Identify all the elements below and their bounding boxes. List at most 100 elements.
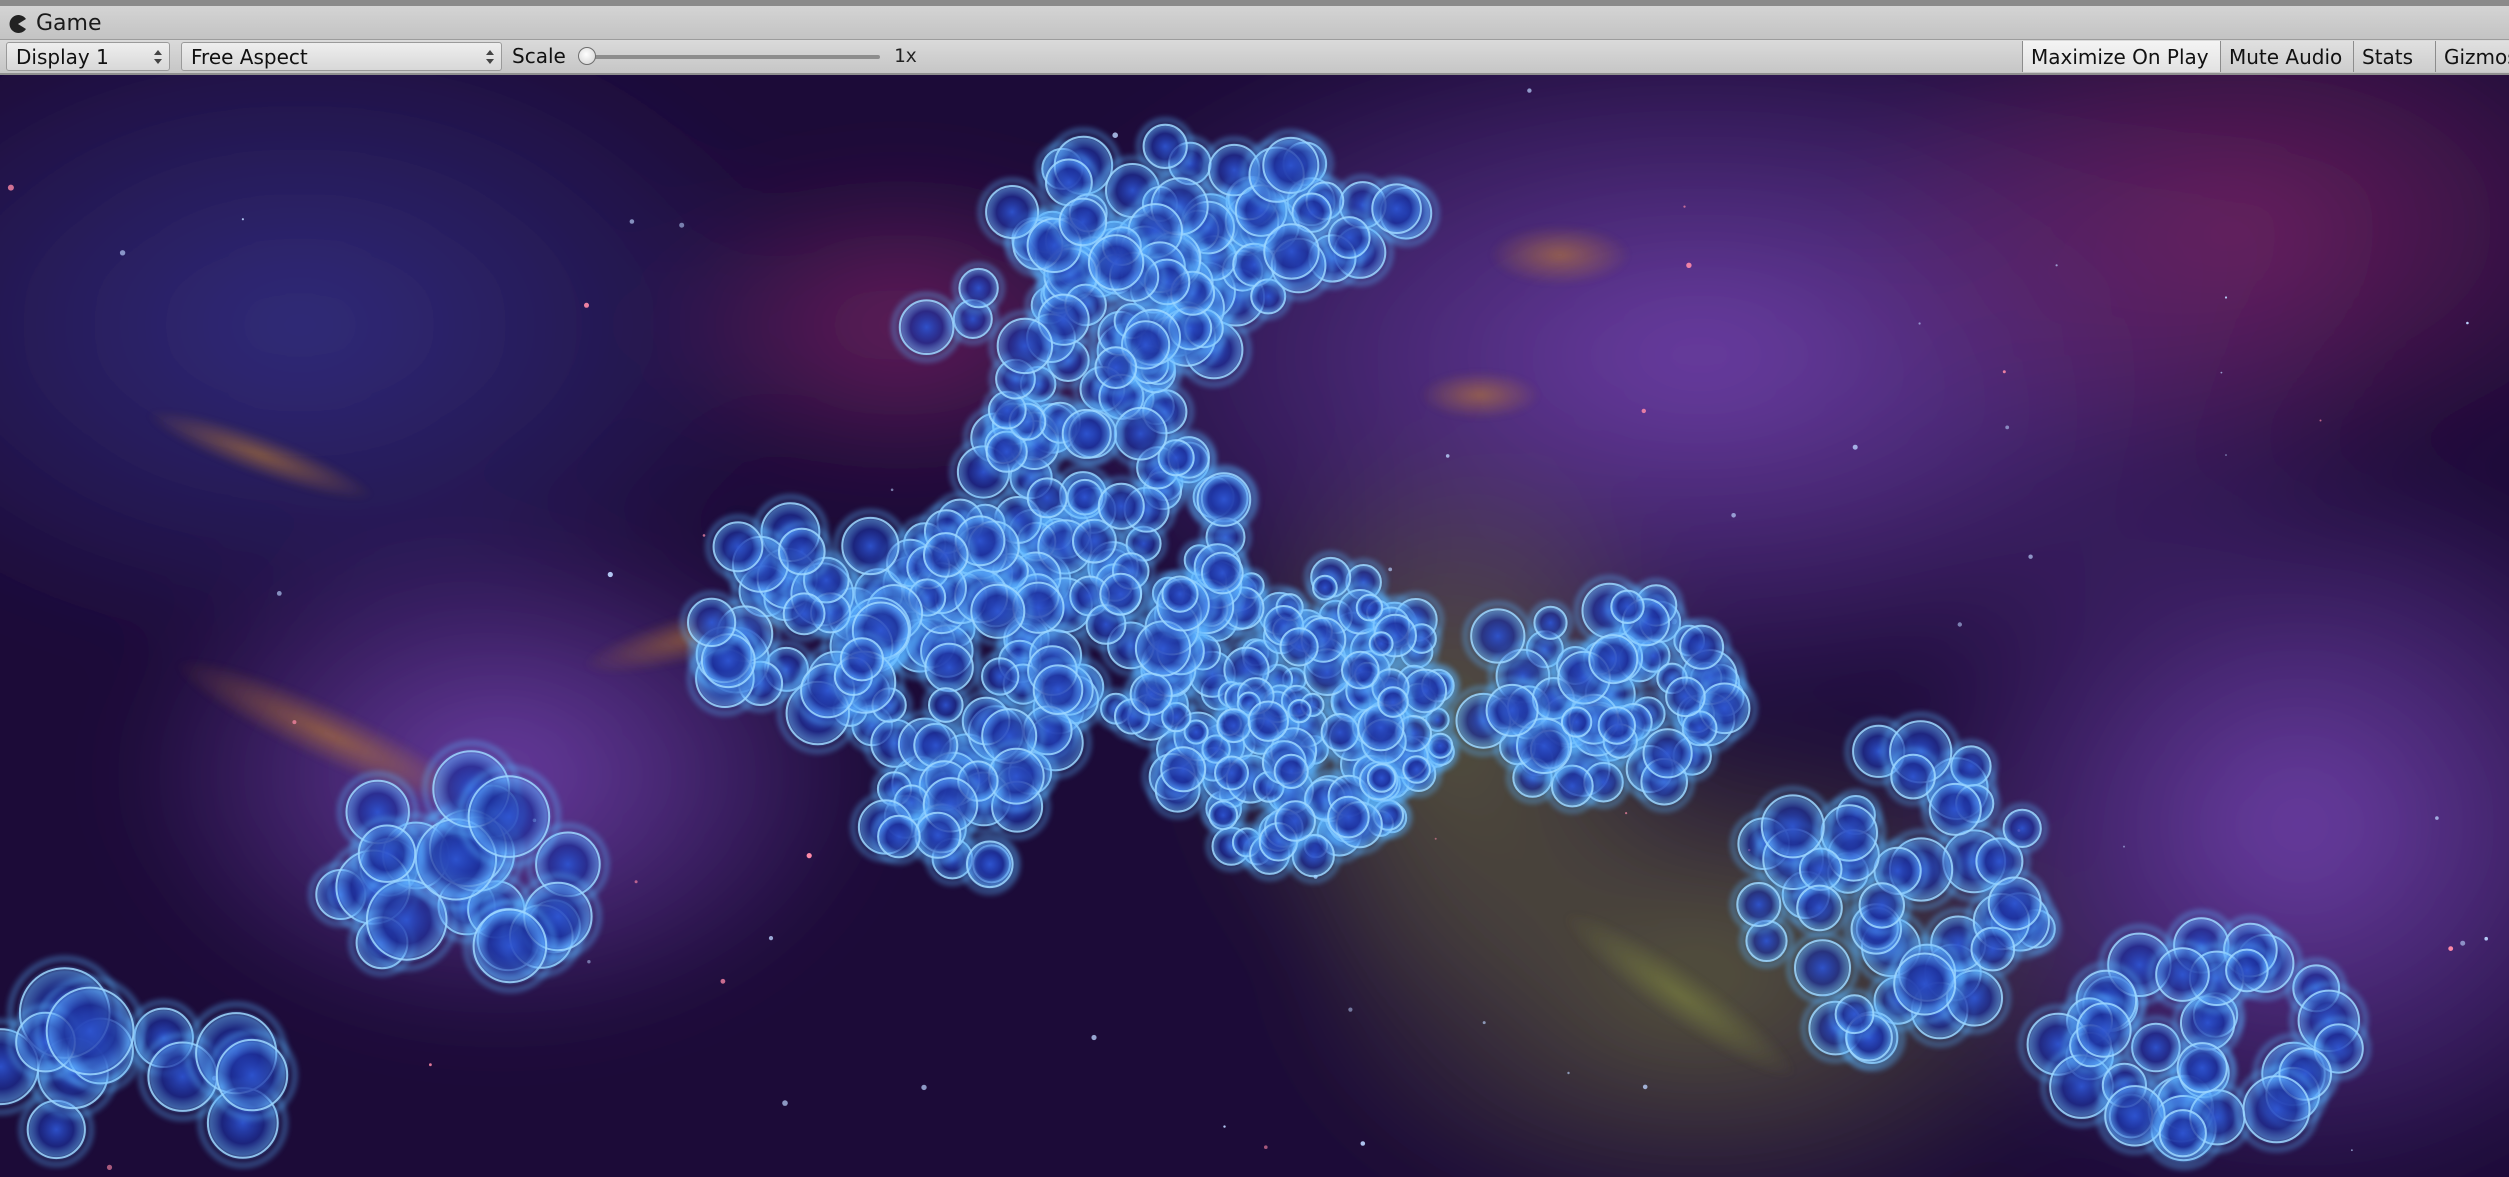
star <box>2319 419 2322 422</box>
bubble-particle <box>1189 465 1259 534</box>
bubble-particle <box>206 1029 298 1121</box>
star <box>2002 370 2006 374</box>
star <box>2224 296 2228 299</box>
bubble-particle <box>2152 1102 2214 1164</box>
tab-label: Game <box>36 11 102 36</box>
game-viewport[interactable] <box>0 75 2509 1177</box>
bubble-particle <box>1752 786 1834 867</box>
star <box>1360 1141 1366 1146</box>
star <box>2351 1149 2353 1152</box>
bubble-particle <box>1241 694 1295 748</box>
star <box>106 1164 113 1170</box>
gizmos-button[interactable]: Gizmos <box>2435 41 2509 72</box>
game-toolbar: Display 1 Free Aspect Scale 1x Maximize … <box>0 40 2509 75</box>
mute-audio-button[interactable]: Mute Audio <box>2220 41 2353 72</box>
bubble-particle <box>1730 875 1788 934</box>
bubble-particle <box>1093 566 1148 622</box>
bubble-particle <box>1156 570 1204 618</box>
star <box>1957 622 1963 627</box>
bubble-particle <box>1980 869 2049 938</box>
bubble-particle <box>2148 940 2217 1010</box>
bubble-particle <box>952 262 1005 315</box>
star <box>1112 132 1118 138</box>
bubble-particle <box>1605 584 1650 629</box>
bubble-particle <box>2068 995 2139 1066</box>
bubble-particle <box>1351 589 1388 626</box>
stats-button[interactable]: Stats <box>2353 41 2435 72</box>
star <box>2225 454 2227 456</box>
bubble-particle <box>1462 601 1533 671</box>
bubble-particle <box>1136 117 1194 176</box>
star <box>2123 845 2125 848</box>
bubble-particle <box>891 292 962 363</box>
star <box>1348 1007 1353 1012</box>
bubble-particle <box>833 631 891 688</box>
star <box>1223 1125 1226 1128</box>
star <box>1683 205 1686 208</box>
star <box>1625 812 1628 815</box>
star <box>806 853 812 859</box>
aspect-dropdown-value: Free Aspect <box>191 44 308 69</box>
bubble-particle <box>2219 942 2275 999</box>
stats-label: Stats <box>2362 44 2414 69</box>
star <box>1852 444 1858 450</box>
star <box>720 978 726 984</box>
bubble-particle <box>1672 618 1731 676</box>
star <box>1434 837 1437 840</box>
star <box>587 960 591 964</box>
display-dropdown-value: Display 1 <box>16 44 109 69</box>
star <box>634 880 638 884</box>
star <box>2448 946 2454 951</box>
bubble-particle <box>705 514 771 579</box>
bubble-particle <box>1080 226 1152 299</box>
scale-slider-thumb[interactable] <box>578 47 596 65</box>
star <box>584 302 589 308</box>
scale-value: 1x <box>894 45 917 67</box>
star <box>1918 322 1921 325</box>
star <box>679 222 685 228</box>
gizmos-label: Gizmos <box>2444 44 2509 69</box>
bubble-particle <box>1268 748 1314 795</box>
bubble-particle <box>916 525 975 584</box>
star <box>629 219 635 224</box>
dropdown-arrows-icon <box>154 50 162 64</box>
star <box>2435 816 2439 820</box>
scale-slider[interactable] <box>578 44 880 70</box>
scale-label: Scale <box>512 44 566 68</box>
star <box>1264 1145 1268 1149</box>
star <box>2484 936 2488 941</box>
bubble-particle <box>1789 878 1850 938</box>
bubble-particle <box>1884 747 1943 806</box>
star <box>2028 554 2033 559</box>
bubble-particle <box>1364 176 1429 241</box>
bubble-particle <box>1025 657 1091 722</box>
bubble-particle <box>1372 681 1414 723</box>
maximize-on-play-button[interactable]: Maximize On Play <box>2022 41 2220 72</box>
maximize-on-play-label: Maximize On Play <box>2031 44 2209 69</box>
star <box>921 1084 927 1091</box>
star <box>292 720 297 725</box>
bubble-particle <box>463 899 557 993</box>
star <box>1388 567 1393 572</box>
star <box>2005 425 2010 430</box>
bubble-particle <box>1255 215 1328 287</box>
bubble-particle <box>1273 621 1325 673</box>
bubble-particle <box>1997 803 2048 854</box>
bubble-particle <box>2169 1035 2235 1101</box>
tab-game[interactable]: Game <box>8 8 102 39</box>
star <box>276 591 282 596</box>
aspect-dropdown[interactable]: Free Aspect <box>181 42 502 71</box>
bubble-particle <box>1635 721 1700 786</box>
display-dropdown[interactable]: Display 1 <box>6 42 170 71</box>
star <box>1445 454 1450 458</box>
bubble-particle <box>1852 875 1912 935</box>
bubble-particle <box>1659 670 1712 723</box>
star <box>768 936 774 941</box>
bubble-particle <box>1088 340 1144 396</box>
bubble-particle <box>1528 600 1573 645</box>
star <box>607 571 613 578</box>
star <box>2220 371 2223 374</box>
star <box>1482 1021 1486 1025</box>
dropdown-arrows-icon <box>486 50 494 64</box>
star <box>2466 321 2469 325</box>
